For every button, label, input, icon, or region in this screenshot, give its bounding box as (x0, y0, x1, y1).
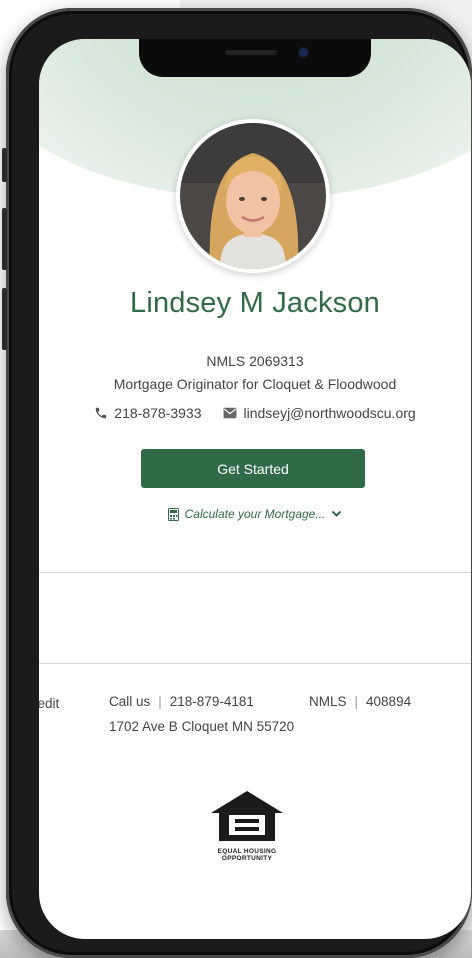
email-icon (224, 407, 237, 419)
call-number-link[interactable]: 218-879-4181 (170, 694, 254, 709)
section-divider (39, 572, 471, 573)
phone-notch (139, 39, 371, 77)
phone-number: 218-878-3933 (114, 405, 202, 421)
footer-nmls-number: 408894 (366, 694, 412, 709)
call-label: Call us (109, 694, 151, 709)
profile-photo (176, 119, 330, 273)
phone-link[interactable]: 218-878-3933 (94, 405, 201, 421)
separator: | (354, 694, 359, 709)
footer-address: 1702 Ave B Cloquet MN 55720 (109, 719, 295, 734)
speaker-grille (225, 50, 277, 55)
footer-call-line: Call us | 218-879-4181 (109, 694, 254, 709)
mute-switch (2, 148, 7, 182)
equal-housing-logo: EQUAL HOUSING OPPORTUNITY (207, 787, 287, 862)
phone-screen: Lindsey M Jackson NMLS 2069313 Mortgage … (39, 39, 471, 939)
job-title: Mortgage Originator for Cloquet & Floodw… (113, 376, 397, 392)
chevron-down-icon (332, 510, 342, 517)
phone-icon (96, 407, 107, 419)
equal-housing-icon (211, 791, 283, 841)
calculator-icon (167, 507, 179, 521)
profile-photo-illustration (180, 123, 326, 269)
calculate-mortgage-label: Calculate your Mortgage... (184, 507, 326, 521)
calculate-mortgage-toggle[interactable]: Calculate your Mortgage... (39, 507, 471, 521)
volume-up-button (2, 208, 7, 270)
nmls-number: NMLS 2069313 (206, 353, 304, 369)
footer-nmls-line: NMLS | 408894 (309, 694, 411, 709)
separator: | (158, 694, 162, 709)
phone-frame: Lindsey M Jackson NMLS 2069313 Mortgage … (2, 8, 472, 958)
front-camera (299, 48, 308, 57)
volume-down-button (2, 288, 7, 350)
eho-line-2: OPPORTUNITY (221, 855, 273, 862)
footer-credit-fragment: redit (39, 696, 60, 711)
contact-row: 218-878-3933 lindseyj@northwoodscu.org (39, 405, 471, 421)
email-address: lindseyj@northwoodscu.org (243, 405, 416, 421)
profile-name: Lindsey M Jackson (129, 287, 380, 319)
eho-line-1: EQUAL HOUSING (217, 848, 277, 855)
email-link[interactable]: lindseyj@northwoodscu.org (223, 405, 416, 421)
footer-nmls-label: NMLS (309, 694, 347, 709)
footer-divider (39, 663, 471, 664)
get-started-button[interactable]: Get Started (141, 449, 365, 488)
